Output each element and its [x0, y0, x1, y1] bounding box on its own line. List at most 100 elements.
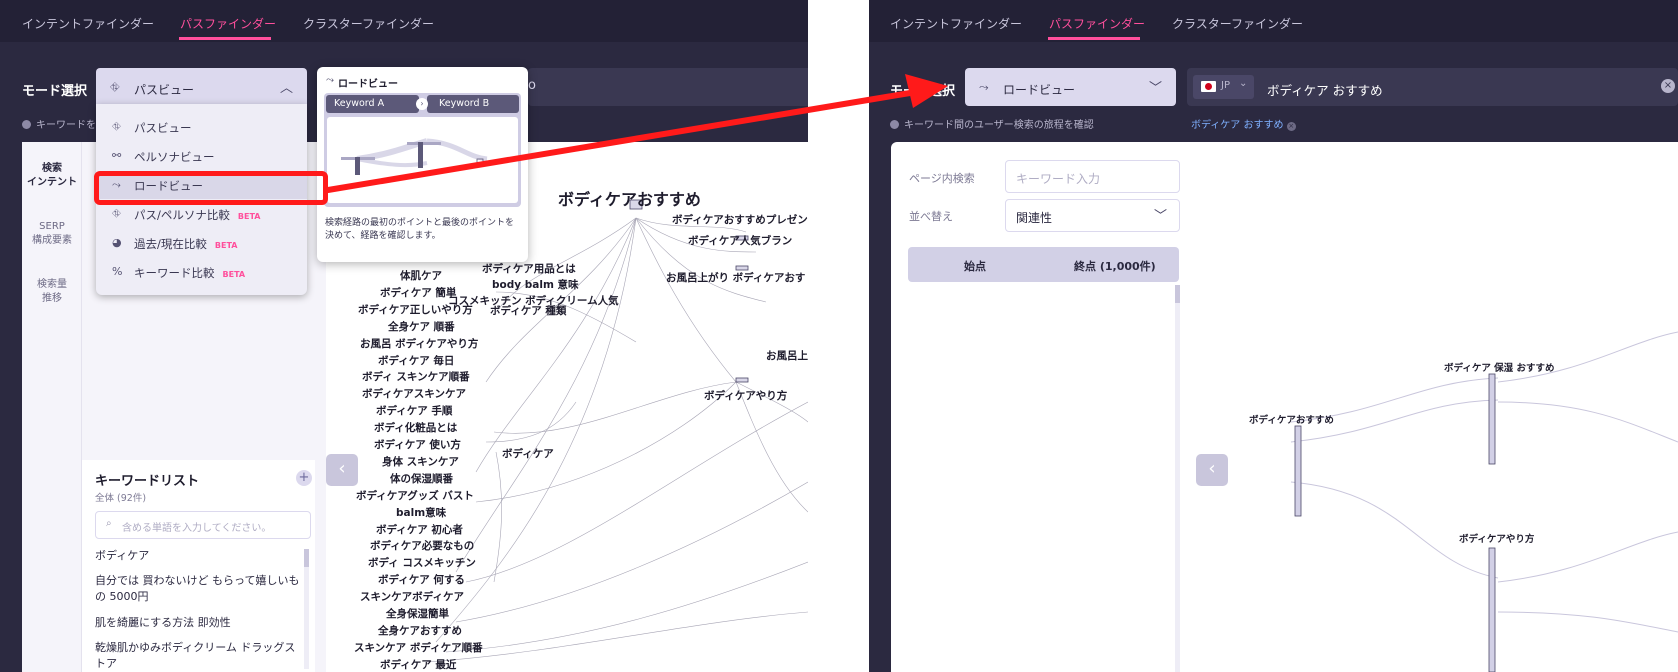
graph-node-label[interactable]: スキンケアボディケア: [360, 589, 464, 604]
top-nav: インテントファインダー パスファインダー クラスターファインダー: [869, 0, 1678, 42]
graph-node-label[interactable]: 身体 スキンケア: [382, 454, 459, 469]
page-search-input[interactable]: キーワード入力: [1005, 160, 1180, 193]
graph-node-label[interactable]: ボディケアスキンケア: [362, 386, 466, 401]
clear-search-icon[interactable]: ×: [1661, 79, 1675, 93]
keyword-list-item[interactable]: 乾燥肌かゆみボディクリーム ドラッグストア: [95, 640, 305, 672]
road-node-label[interactable]: ボディケア 保湿 おすすめ: [1444, 360, 1554, 374]
graph-node-label[interactable]: 全身ケア 順番: [388, 319, 455, 334]
keyword-chip[interactable]: ボディケア おすすめ ×: [1191, 116, 1296, 131]
search-icon: ⌕: [106, 518, 112, 529]
sort-select[interactable]: 関連性 ﹀: [1005, 199, 1180, 232]
graph-node-label[interactable]: ボディケア 種類: [490, 303, 566, 318]
flag-circle: [1205, 83, 1212, 90]
graph-node-label[interactable]: ボディケアおすすめプレゼン: [672, 212, 808, 227]
graph-node-label[interactable]: 全身ケアおすすめ: [378, 623, 462, 638]
graph-node-label[interactable]: ボディケア 初心者: [376, 522, 463, 537]
beta-badge: BETA: [214, 241, 238, 250]
graph-node-label[interactable]: ボディケア 最近: [380, 657, 456, 672]
scrollbar-track[interactable]: [1175, 285, 1180, 672]
page-search-label: ページ内検索: [909, 172, 975, 185]
graph-node-label[interactable]: ボディケア: [502, 446, 554, 461]
graph-node-label[interactable]: 体肌ケア: [400, 268, 442, 283]
menu-item-text: パス/ペルソナ比較: [134, 208, 230, 222]
tab-intent-finder[interactable]: インテントファインダー: [890, 15, 1022, 32]
mode-select[interactable]: ⛗ パスビュー ︿: [96, 68, 307, 106]
tooltip-title: ロードビュー: [338, 79, 398, 90]
graph-node-label[interactable]: ボディ化粧品とは: [374, 420, 457, 435]
road-node-label[interactable]: ボディケアおすすめ: [1249, 412, 1334, 426]
graph-node-label[interactable]: ボディケア正しいやり方: [358, 302, 473, 317]
road-node-start[interactable]: [1294, 425, 1302, 517]
menu-item-persona-view[interactable]: ⚯ ペルソナビュー: [96, 144, 307, 170]
graph-node-label[interactable]: ボディケア用品とは: [482, 261, 576, 276]
side-tab-label: 検索量 推移: [37, 279, 67, 304]
tab-cluster-finder[interactable]: クラスターファインダー: [1172, 15, 1303, 32]
keyword-filter-input[interactable]: ⌕ 含める単語を入力してください。: [95, 511, 311, 539]
tab-intent-finder[interactable]: インテントファインダー: [22, 15, 154, 32]
road-graph-svg: [1290, 331, 1678, 672]
road-node-end[interactable]: [1488, 547, 1496, 672]
add-keyword-icon[interactable]: +: [296, 470, 312, 486]
side-tab-search-intent[interactable]: 検索 インテント: [22, 162, 82, 190]
graph-node-label[interactable]: ボディ コスメキッチン: [368, 555, 476, 570]
side-tab-volume[interactable]: 検索量 推移: [22, 278, 82, 306]
road-node-mid[interactable]: [1488, 373, 1496, 465]
graph-node-label[interactable]: ボディケアグッズ バスト: [356, 488, 474, 503]
graph-node-label[interactable]: ボディケア 手順: [376, 403, 452, 418]
persona-view-icon: ⚯: [112, 149, 122, 162]
graph-node-label[interactable]: お風呂 ボディケアやり方: [360, 336, 478, 351]
graph-node-label[interactable]: ボディケア人気ブラン: [688, 233, 792, 248]
graph-node-label[interactable]: 全身保湿簡単: [386, 606, 449, 621]
side-tabs: 検索 インテント SERP 構成要素 検索量 推移: [22, 142, 82, 672]
scrollbar-thumb[interactable]: [1175, 285, 1180, 303]
tab-cluster-finder[interactable]: クラスターファインダー: [303, 15, 434, 32]
road-node-label[interactable]: ボディケアやり方: [1459, 531, 1534, 545]
road-view-icon: ⤳: [979, 80, 989, 94]
tab-path-finder[interactable]: パスファインダー: [180, 15, 276, 32]
menu-item-label: パスビュー: [134, 121, 192, 135]
graph-node-label[interactable]: ボディケア 何する: [378, 572, 465, 587]
keyword-list-count: 全体 (92件): [95, 493, 147, 504]
screenshot-composite: インテントファインダー パスファインダー クラスターファインダー モード選択 キ…: [0, 0, 1678, 672]
road-list-panel: ページ内検索 キーワード入力 並べ替え 関連性 ﹀ 始点 終点 (1,000件): [891, 142, 1187, 672]
keyword-chip-text: ボディケア おすすめ: [1191, 120, 1284, 131]
info-icon: [22, 120, 31, 129]
menu-item-past-present-compare[interactable]: ◕ 過去/現在比較 BETA: [96, 231, 307, 257]
keyword-b-chip: Keyword B: [427, 95, 519, 113]
collapse-panel-button[interactable]: ‹: [1196, 454, 1228, 486]
graph-node-label[interactable]: ボディケアやり方: [704, 388, 787, 403]
keyword-list-item[interactable]: ボディケア: [95, 548, 305, 564]
keyword-search-bar[interactable]: JP ⌄ ボディケア おすすめ ×: [1187, 68, 1678, 106]
graph-node-label[interactable]: ボディ スキンケア順番: [362, 369, 470, 384]
graph-main-label[interactable]: ボディケアおすすめ: [558, 186, 701, 210]
graph-node-label[interactable]: スキンケア ボディケア順番: [354, 640, 483, 655]
graph-node-label[interactable]: ボディケア必要なもの: [370, 538, 474, 553]
graph-node-label[interactable]: お風呂上がり ボディケアおす: [666, 270, 805, 285]
graph-node-label[interactable]: body balm 意味: [492, 277, 579, 292]
graph-node-label[interactable]: ボディケア 毎日: [378, 353, 454, 368]
mode-select[interactable]: ⤳ ロードビュー ﹀: [965, 68, 1176, 106]
graph-node-label[interactable]: 体の保湿順番: [390, 471, 453, 486]
column-start: 始点: [964, 260, 986, 273]
side-tab-label: SERP 構成要素: [32, 221, 72, 246]
graph-node-label[interactable]: ボディケア 使い方: [374, 437, 461, 452]
node-right[interactable]: [735, 377, 749, 383]
menu-item-path-persona-compare[interactable]: ⛗ パス/ペルソナ比較 BETA: [96, 202, 307, 228]
collapse-panel-button[interactable]: ‹: [326, 454, 358, 486]
menu-item-keyword-compare[interactable]: % キーワード比較 BETA: [96, 260, 307, 286]
graph-node-label[interactable]: ボディケア 簡単: [380, 285, 456, 300]
keyword-list-item[interactable]: 自分では 買わないけど もらって嬉しいもの 5000円: [95, 573, 305, 605]
country-select[interactable]: JP ⌄: [1193, 75, 1254, 99]
side-tab-serp[interactable]: SERP 構成要素: [22, 220, 82, 248]
keyword-search-bar[interactable]: o: [528, 68, 808, 106]
chip-close-icon[interactable]: ×: [1286, 122, 1296, 131]
keyword-a-chip: Keyword A: [326, 95, 419, 113]
graph-node-label[interactable]: balm意味: [396, 505, 446, 520]
hint-text: キーワードを: [36, 120, 96, 131]
chevron-down-icon: ⌄: [1239, 78, 1248, 89]
menu-item-label: キーワード比較 BETA: [134, 265, 245, 281]
tab-path-finder[interactable]: パスファインダー: [1049, 15, 1145, 32]
graph-node-label[interactable]: お風呂上: [766, 348, 808, 363]
menu-item-path-view[interactable]: ⛗ パスビュー: [96, 115, 307, 141]
keyword-list-item[interactable]: 肌を綺麗にする方法 即効性: [95, 615, 305, 631]
